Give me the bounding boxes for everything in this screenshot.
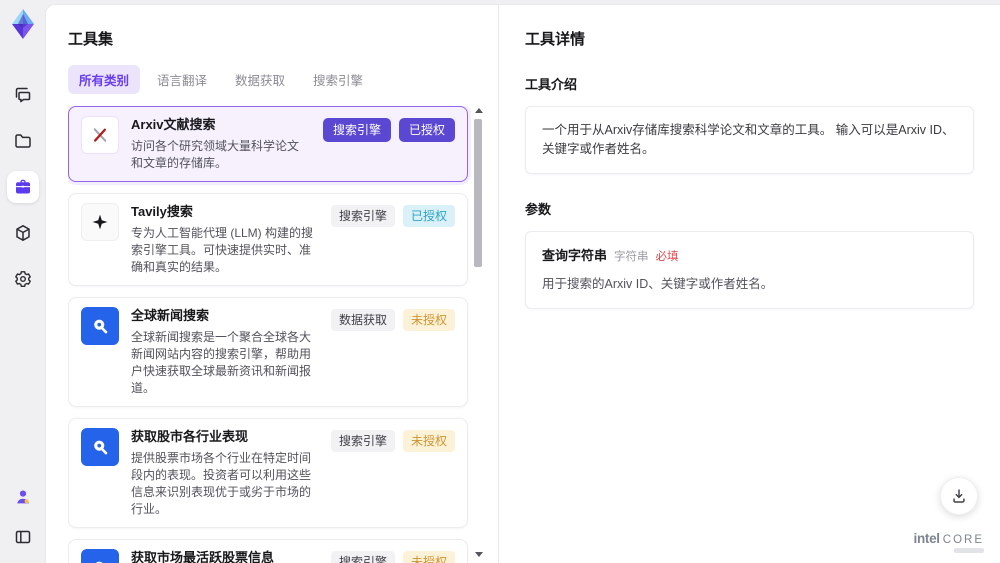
intro-heading: 工具介绍 bbox=[525, 77, 578, 92]
tool-info: 获取股市各行业表现提供股票市场各个行业在特定时间段内的表现。投资者可以利用这些信… bbox=[131, 428, 319, 518]
scroll-down-arrow[interactable] bbox=[475, 552, 483, 557]
sidebar-bottom bbox=[7, 481, 39, 553]
auth-badge: 未授权 bbox=[402, 429, 455, 452]
tool-name: Arxiv文献搜索 bbox=[131, 117, 216, 132]
sidebar-item-settings[interactable] bbox=[7, 263, 39, 295]
tool-card-stock-sector-performance[interactable]: 获取股市各行业表现提供股票市场各个行业在特定时间段内的表现。投资者可以利用这些信… bbox=[68, 417, 468, 528]
gear-icon bbox=[13, 269, 33, 289]
user-icon bbox=[13, 487, 33, 507]
category-badge: 搜索引擎 bbox=[330, 204, 395, 227]
tavily-icon bbox=[81, 202, 119, 241]
folder-icon bbox=[13, 131, 33, 151]
detail-title: 工具详情 bbox=[525, 31, 586, 48]
sidebar-nav bbox=[6, 79, 39, 295]
main-area: 工具集 所有类别 语言翻译 数据获取 搜索引擎 Arxiv文献搜索 访问各个研究领域大量… bbox=[45, 4, 1000, 563]
chat-icon bbox=[13, 85, 33, 105]
tool-info: 获取市场最活跃股票信息提供当天交易量最高的股票列表，投资者可以利用这些信息来识别… bbox=[131, 549, 319, 563]
sidebar-item-chat[interactable] bbox=[7, 79, 39, 111]
tool-card-most-active-stocks[interactable]: 获取市场最活跃股票信息提供当天交易量最高的股票列表，投资者可以利用这些信息来识别… bbox=[68, 538, 468, 563]
sidebar-item-files[interactable] bbox=[7, 125, 39, 157]
tool-name: 获取股市各行业表现 bbox=[131, 428, 249, 444]
tool-info: Arxiv文献搜索访问各个研究领域大量科学论文和文章的存储库。 bbox=[131, 116, 311, 172]
page-title: 工具集 bbox=[68, 31, 114, 48]
sidebar bbox=[0, 0, 45, 563]
tool-name: Tavily搜索 bbox=[131, 203, 193, 219]
cube-icon bbox=[13, 223, 33, 243]
auth-badge: 未授权 bbox=[402, 308, 455, 331]
brand-sub-mark bbox=[954, 548, 984, 553]
tool-description: 全球新闻搜索是一个聚合全球各大新闻网站内容的搜索引擎，帮助用户快速获取全球最新资… bbox=[131, 329, 312, 395]
app-root: 工具集 所有类别 语言翻译 数据获取 搜索引擎 Arxiv文献搜索 访问各个研究领域大量… bbox=[0, 0, 1000, 563]
auth-badge: 已授权 bbox=[398, 118, 455, 142]
params-box: 查询字符串 字符串 必填用于搜索的Arxiv ID、关键字或作者姓名。 bbox=[525, 230, 974, 309]
panel-icon bbox=[13, 527, 33, 547]
param-type: 字符串 bbox=[614, 250, 649, 263]
category-badge: 搜索引擎 bbox=[330, 550, 395, 563]
param-row: 查询字符串 字符串 必填用于搜索的Arxiv ID、关键字或作者姓名。 bbox=[542, 246, 957, 294]
param-header: 查询字符串 字符串 必填 bbox=[542, 246, 957, 266]
tool-badges: 数据获取 未授权 bbox=[330, 308, 455, 331]
tool-info: 全球新闻搜索全球新闻搜索是一个聚合全球各大新闻网站内容的搜索引擎，帮助用户快速获… bbox=[131, 307, 319, 397]
sidebar-item-profile[interactable] bbox=[7, 481, 39, 513]
tool-description: 提供股票市场各个行业在特定时间段内的表现。投资者可以利用这些信息来识别表现优于或… bbox=[131, 450, 312, 516]
tool-card-tavily-search[interactable]: Tavily搜索专为人工智能代理 (LLM) 构建的搜索引擎工具。可快速提供实时… bbox=[68, 192, 468, 286]
tool-info: Tavily搜索专为人工智能代理 (LLM) 构建的搜索引擎工具。可快速提供实时… bbox=[131, 203, 319, 276]
intel-core-logo: intel CORE bbox=[913, 531, 984, 553]
tool-detail-pane: 工具详情 工具介绍 一个用于从Arxiv存储库搜索科学论文和文章的工具。 输入可… bbox=[498, 5, 1000, 563]
arxiv-icon bbox=[81, 116, 119, 154]
scrollbar[interactable] bbox=[473, 106, 484, 563]
scroll-up-arrow[interactable] bbox=[475, 108, 483, 113]
param-name: 查询字符串 bbox=[542, 247, 608, 263]
core-wordmark: CORE bbox=[942, 534, 984, 546]
auth-badge: 未授权 bbox=[402, 550, 455, 563]
param-required-badge: 必填 bbox=[655, 250, 679, 263]
tab-search[interactable]: 搜索引擎 bbox=[302, 65, 374, 94]
toolset-pane: 工具集 所有类别 语言翻译 数据获取 搜索引擎 Arxiv文献搜索 访问各个研究领域大量… bbox=[46, 5, 498, 563]
category-tabs: 所有类别 语言翻译 数据获取 搜索引擎 bbox=[68, 65, 484, 94]
category-badge: 搜索引擎 bbox=[330, 429, 395, 452]
tab-data[interactable]: 数据获取 bbox=[224, 65, 296, 94]
tool-card-arxiv-search[interactable]: Arxiv文献搜索访问各个研究领域大量科学论文和文章的存储库。 搜索引擎 已授权 bbox=[68, 106, 468, 182]
tool-description: 专为人工智能代理 (LLM) 构建的搜索引擎工具。可快速提供实时、准确和真实的结… bbox=[131, 225, 314, 274]
tool-description: 访问各个研究领域大量科学论文和文章的存储库。 bbox=[131, 138, 300, 170]
tool-list: Arxiv文献搜索 访问各个研究领域大量科学论文和文章的存储库。 搜索引擎 已授权 Ta… bbox=[68, 106, 484, 563]
sidebar-item-models[interactable] bbox=[7, 217, 39, 249]
tool-badges: 搜索引擎 未授权 bbox=[330, 550, 455, 563]
tab-translate[interactable]: 语言翻译 bbox=[146, 65, 218, 94]
download-button[interactable] bbox=[940, 477, 978, 515]
sidebar-item-tools[interactable] bbox=[6, 171, 39, 203]
scrollbar-thumb[interactable] bbox=[474, 119, 482, 267]
briefcase-icon bbox=[13, 177, 33, 197]
search-app-icon bbox=[81, 427, 119, 466]
download-icon bbox=[950, 487, 968, 505]
search-app-icon bbox=[81, 548, 119, 563]
tool-name: 获取市场最活跃股票信息 bbox=[131, 549, 275, 563]
app-logo-icon bbox=[6, 7, 40, 41]
tool-badges: 搜索引擎 已授权 bbox=[322, 118, 455, 142]
category-badge: 数据获取 bbox=[330, 308, 395, 331]
tab-all[interactable]: 所有类别 bbox=[68, 65, 141, 94]
tool-intro-text: 一个用于从Arxiv存储库搜索科学论文和文章的工具。 输入可以是Arxiv ID… bbox=[525, 106, 974, 174]
params-heading: 参数 bbox=[525, 201, 552, 217]
auth-badge: 已授权 bbox=[402, 204, 455, 227]
tool-badges: 搜索引擎 未授权 bbox=[330, 429, 455, 452]
intel-wordmark: intel bbox=[913, 531, 941, 546]
tool-name: 全球新闻搜索 bbox=[131, 307, 210, 323]
category-badge: 搜索引擎 bbox=[322, 118, 391, 142]
sidebar-item-collapse[interactable] bbox=[7, 521, 39, 553]
tool-badges: 搜索引擎 已授权 bbox=[330, 204, 455, 227]
param-description: 用于搜索的Arxiv ID、关键字或作者姓名。 bbox=[542, 276, 774, 291]
tool-card-global-news-search[interactable]: 全球新闻搜索全球新闻搜索是一个聚合全球各大新闻网站内容的搜索引擎，帮助用户快速获… bbox=[68, 296, 468, 407]
search-app-icon bbox=[81, 306, 119, 345]
